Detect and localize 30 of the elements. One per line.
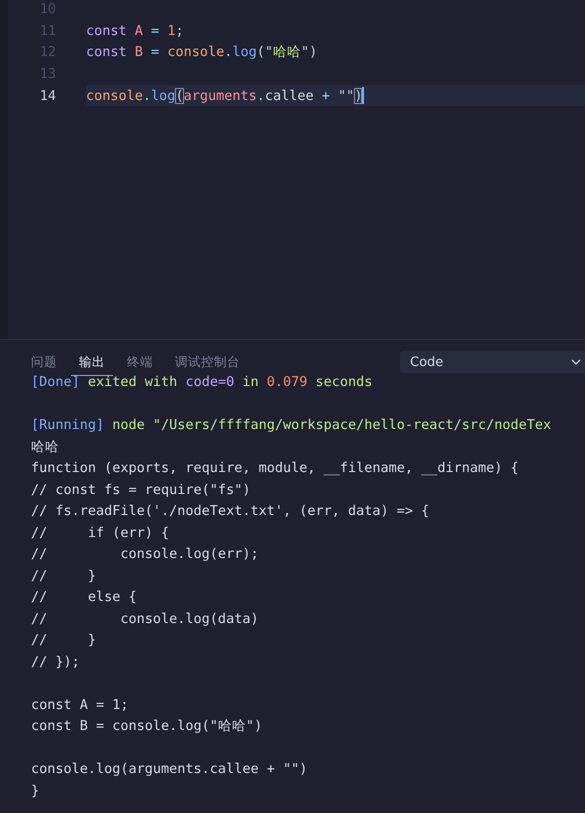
output-line: // console.log(err); xyxy=(31,545,260,564)
output-line: // const fs = require("fs") xyxy=(31,480,252,500)
output-line: // fs.readFile('./nodeText.txt', (err, data) => { xyxy=(31,502,430,521)
panel-tab[interactable]: 调试控制台 xyxy=(167,348,248,376)
output-line: // console.log(data) xyxy=(31,610,260,628)
output-line: // else { xyxy=(31,588,138,607)
line-number: 13 xyxy=(38,66,56,82)
output-line: console.log(arguments.callee + "") xyxy=(31,760,308,779)
output-channel-dropdown[interactable]: Code xyxy=(400,351,585,373)
line-number: 10 xyxy=(38,0,56,17)
panel-tab[interactable]: 问题 xyxy=(23,348,65,376)
panel-tab[interactable]: 终端 xyxy=(119,348,161,376)
output-line: const A = 1; xyxy=(31,696,130,714)
output-line: // } xyxy=(31,631,98,650)
panel-tab[interactable]: 输出 xyxy=(71,348,113,376)
code-line: const A = 1; xyxy=(86,22,185,41)
output-line: [Done] exited with code=0 in 0.079 seconds xyxy=(31,373,374,392)
output-line: // } xyxy=(31,566,98,586)
output-line: } xyxy=(31,782,40,800)
output-line: 哈哈 xyxy=(31,438,60,456)
output-line: // }); xyxy=(31,652,81,672)
output-line: const B = console.log("哈哈") xyxy=(31,717,264,736)
line-number: 14 xyxy=(38,88,56,104)
output-line: function (exports, require, module, __filename, __dirname) { xyxy=(31,459,520,478)
line-number: 12 xyxy=(38,44,56,60)
output-line: [Running] node "/Users/ffffang/workspace/hello-react/src/nodeTex xyxy=(31,416,552,435)
output-line: // if (err) { xyxy=(31,524,170,542)
code-line: const B = console.log("哈哈") xyxy=(86,43,318,62)
chevron-down-icon xyxy=(571,359,581,365)
line-number: 11 xyxy=(38,22,56,39)
